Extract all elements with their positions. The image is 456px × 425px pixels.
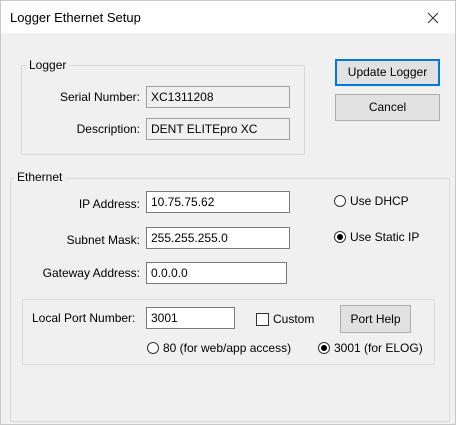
- use-static-ip-label: Use Static IP: [350, 230, 420, 244]
- custom-checkbox[interactable]: Custom: [256, 312, 314, 326]
- radio-circle-icon: [334, 195, 346, 207]
- radio-dot-icon: [321, 345, 327, 351]
- checkbox-icon: [256, 312, 269, 326]
- custom-checkbox-label: Custom: [273, 312, 315, 326]
- port-80-radio[interactable]: 80 (for web/app access): [147, 341, 291, 355]
- port-3001-label: 3001 (for ELOG): [334, 341, 423, 355]
- use-dhcp-label: Use DHCP: [350, 194, 409, 208]
- logger-ethernet-setup-dialog: Logger Ethernet Setup Logger Serial Numb…: [0, 0, 456, 425]
- gateway-address-label: Gateway Address:: [42, 266, 140, 280]
- serial-number-field: XC1311208: [146, 86, 290, 108]
- local-port-number-label: Local Port Number:: [32, 311, 136, 325]
- use-static-ip-radio[interactable]: Use Static IP: [334, 230, 419, 244]
- radio-circle-icon: [318, 342, 330, 354]
- update-logger-button[interactable]: Update Logger: [335, 59, 440, 86]
- close-icon: [427, 12, 439, 24]
- title-bar: Logger Ethernet Setup: [1, 1, 455, 33]
- cancel-button[interactable]: Cancel: [335, 94, 440, 121]
- window-title: Logger Ethernet Setup: [10, 10, 141, 25]
- port-help-button[interactable]: Port Help: [340, 305, 411, 333]
- port-3001-radio[interactable]: 3001 (for ELOG): [318, 341, 423, 355]
- radio-dot-icon: [337, 234, 343, 240]
- port-80-label: 80 (for web/app access): [163, 341, 292, 355]
- ethernet-group-legend: Ethernet: [14, 170, 66, 184]
- serial-number-label: Serial Number:: [59, 90, 140, 104]
- use-dhcp-radio[interactable]: Use DHCP: [334, 194, 409, 208]
- logger-group: [21, 65, 305, 155]
- radio-circle-icon: [147, 342, 159, 354]
- subnet-mask-input[interactable]: 255.255.255.0: [146, 227, 290, 249]
- logger-group-legend: Logger: [26, 58, 70, 72]
- radio-circle-icon: [334, 231, 346, 243]
- ip-address-input[interactable]: 10.75.75.62: [146, 191, 290, 213]
- close-button[interactable]: [411, 1, 455, 33]
- local-port-number-input[interactable]: 3001: [146, 307, 235, 329]
- ip-address-label: IP Address:: [78, 197, 140, 211]
- subnet-mask-label: Subnet Mask:: [66, 233, 140, 247]
- description-field: DENT ELITEpro XC: [146, 118, 290, 140]
- gateway-address-input[interactable]: 0.0.0.0: [146, 262, 287, 284]
- description-label: Description:: [76, 122, 140, 136]
